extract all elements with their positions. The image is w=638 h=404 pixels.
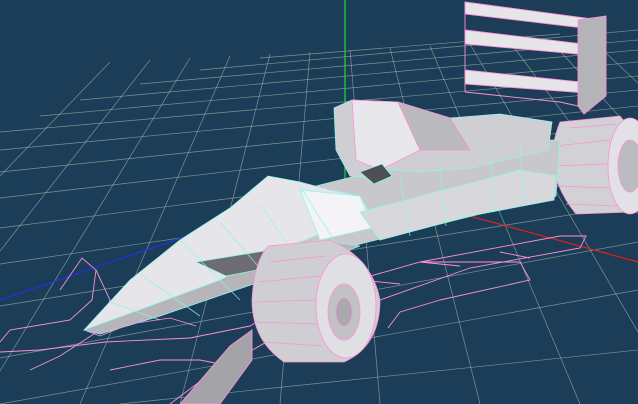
- 3d-viewport[interactable]: [0, 0, 638, 404]
- rear-wheel: [551, 115, 638, 215]
- rear-wing: [464, 1, 607, 115]
- front-wheel: [251, 239, 381, 363]
- scene-canvas[interactable]: [0, 0, 638, 404]
- front-wing-endplate: [179, 329, 253, 404]
